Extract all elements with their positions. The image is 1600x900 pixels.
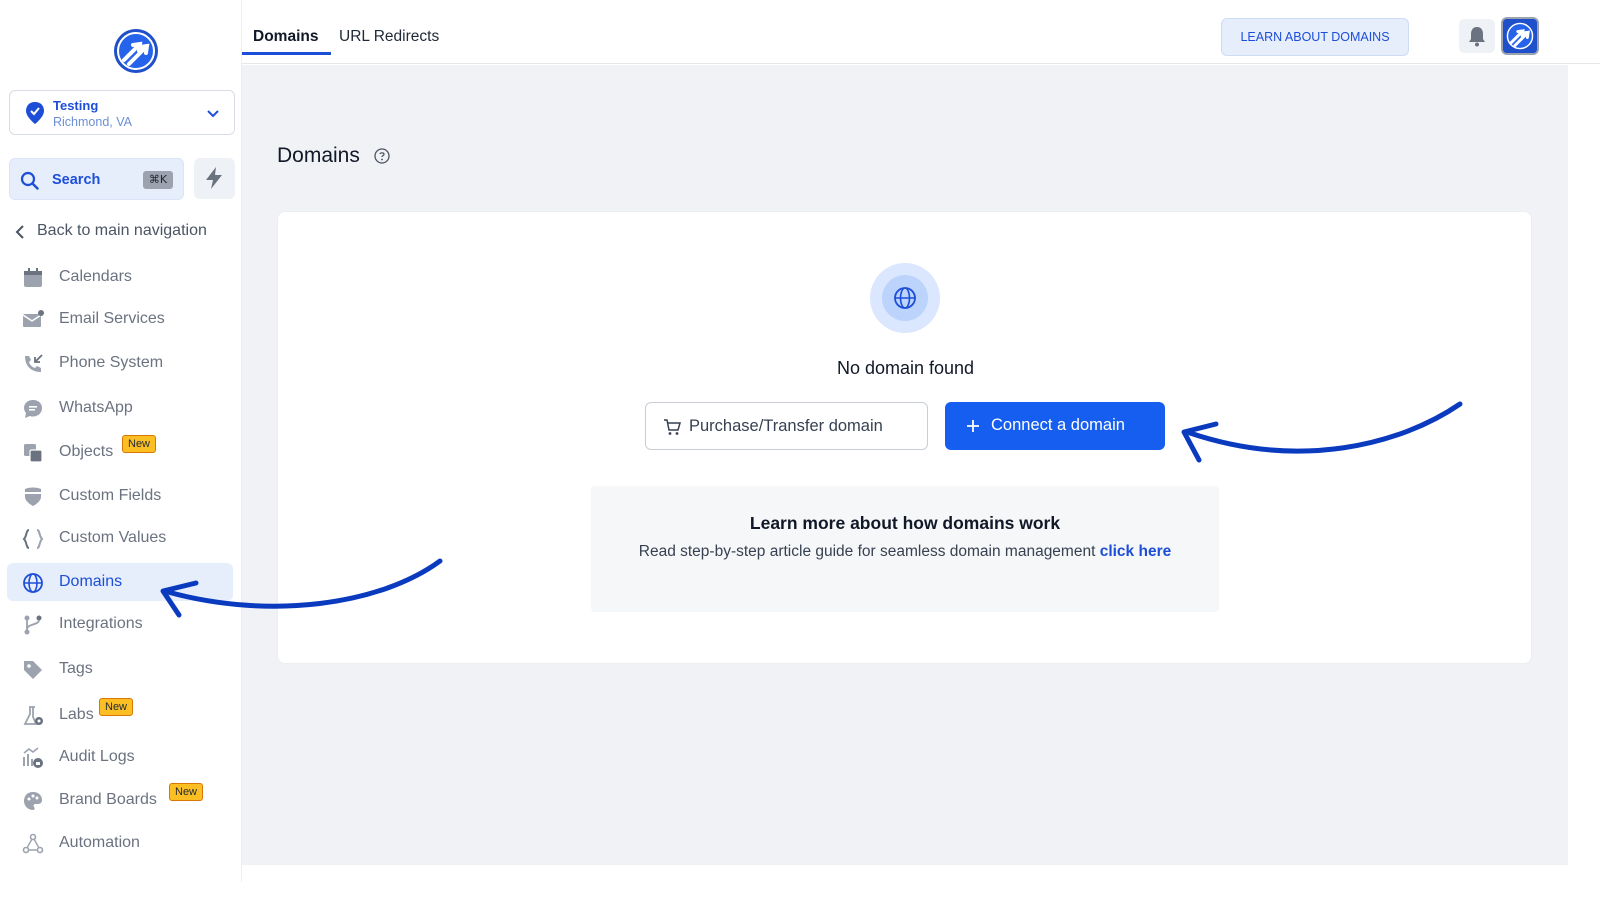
learn-about-domains-button[interactable]: LEARN ABOUT DOMAINS [1221,18,1409,56]
location-address: Richmond, VA [53,115,132,129]
shield-icon [25,487,41,506]
globe-icon [894,287,916,309]
search-icon [20,171,39,190]
user-avatar[interactable] [1501,17,1539,55]
flask-icon [23,706,43,725]
learn-more-text: Read step-by-step article guide for seam… [613,541,1197,563]
sidebar-item-audit-logs[interactable]: Audit Logs [7,738,233,776]
sidebar-item-label: Integrations [59,615,143,632]
network-icon [22,833,44,854]
cart-icon [664,419,681,435]
bell-icon [1469,27,1485,47]
tab-domains[interactable]: Domains [253,28,318,46]
search-label: Search [52,172,101,188]
empty-state-card: No domain found Purchase/Transfer domain… [277,211,1532,664]
calendar-icon [24,268,42,287]
bolt-icon [206,167,222,189]
palette-icon [24,792,42,810]
sidebar-item-label: Audit Logs [59,748,135,765]
learn-more-heading: Learn more about how domains work [749,513,1061,533]
avatar-logo-icon [1503,19,1537,53]
sidebar-item-label: Calendars [59,268,132,285]
sidebar-item-label: Brand Boards [59,791,157,808]
top-bar: Domains URL Redirects LEARN ABOUT DOMAIN… [242,0,1600,64]
new-badge: New [99,698,134,716]
objects-icon [24,444,43,463]
search-button[interactable]: Search ⌘K [9,158,184,200]
sidebar-item-label: WhatsApp [59,399,133,416]
quick-actions-button[interactable] [194,158,235,199]
back-label: Back to main navigation [37,222,207,239]
sidebar-item-label: Tags [59,660,93,677]
new-badge: New [122,435,157,453]
empty-state-title: No domain found [836,358,975,378]
tab-label: URL Redirects [339,28,440,45]
tab-url-redirects[interactable]: URL Redirects [339,28,439,46]
chevron-down-icon [207,110,219,118]
help-circle-icon[interactable] [374,148,390,164]
sidebar-item-label: Custom Values [59,529,167,546]
location-switcher[interactable]: Testing Richmond, VA [9,90,235,135]
notifications-button[interactable] [1459,19,1495,53]
connect-button-label: Connect a domain [991,416,1125,434]
app-logo[interactable] [113,28,159,74]
sidebar-item-label: Domains [59,573,123,590]
sidebar-item-label: Labs [59,706,94,723]
braces-icon [22,529,44,549]
main-content: Domains No domain found Purchase/Transfe… [242,65,1568,865]
location-name: Testing [53,98,99,113]
sidebar-item-tags[interactable]: Tags [7,650,233,688]
sidebar-item-integrations[interactable]: Integrations [7,605,233,643]
sidebar-item-label: Custom Fields [59,487,162,504]
sidebar-item-automation[interactable]: Automation [7,824,233,862]
back-to-main-navigation[interactable]: Back to main navigation [12,221,236,243]
sidebar-item-labs[interactable]: Labs New [7,696,233,734]
purchase-transfer-domain-button[interactable]: Purchase/Transfer domain [645,402,928,450]
sidebar-item-label: Objects [59,443,114,460]
right-edge [1568,65,1600,865]
sidebar-item-calendars[interactable]: Calendars [7,258,233,296]
sidebar-item-custom-fields[interactable]: Custom Fields [7,477,233,515]
branch-icon [24,615,42,635]
empty-state-illustration [870,263,940,333]
new-badge: New [169,783,204,801]
search-shortcut: ⌘K [143,171,173,189]
learn-more-body: Read step-by-step article guide for seam… [638,543,1100,560]
sidebar-item-label: Phone System [59,354,164,371]
sidebar: Testing Richmond, VA Search ⌘K Back to m… [0,0,242,882]
sidebar-item-whatsapp[interactable]: WhatsApp [7,389,233,427]
connect-domain-button[interactable]: Connect a domain [945,402,1165,450]
audit-icon [23,747,43,768]
click-here-link[interactable]: click here [1100,543,1172,560]
bottom-edge [242,865,1600,900]
sidebar-item-email-services[interactable]: Email Services [7,300,233,338]
plus-icon [967,420,979,432]
chevron-left-icon [15,225,24,239]
tag-icon [24,661,42,679]
sidebar-item-brand-boards[interactable]: Brand Boards New [7,781,233,819]
sidebar-item-objects[interactable]: Objects New [7,433,233,471]
chat-icon [24,400,42,418]
location-pin-icon [26,102,44,124]
sidebar-item-phone-system[interactable]: Phone System [7,344,233,382]
page-title: Domains [277,144,360,167]
purchase-button-label: Purchase/Transfer domain [689,417,883,435]
sidebar-item-label: Automation [59,834,140,851]
phone-icon [25,354,43,372]
mail-icon [22,310,44,327]
learn-more-panel: Learn more about how domains work Read s… [591,486,1219,612]
sidebar-item-label: Email Services [59,310,165,327]
active-tab-indicator [242,52,331,55]
sidebar-item-domains[interactable]: Domains [7,563,233,601]
tab-label: Domains [253,28,319,45]
globe-icon [23,573,43,593]
sidebar-item-custom-values[interactable]: Custom Values [7,519,233,557]
